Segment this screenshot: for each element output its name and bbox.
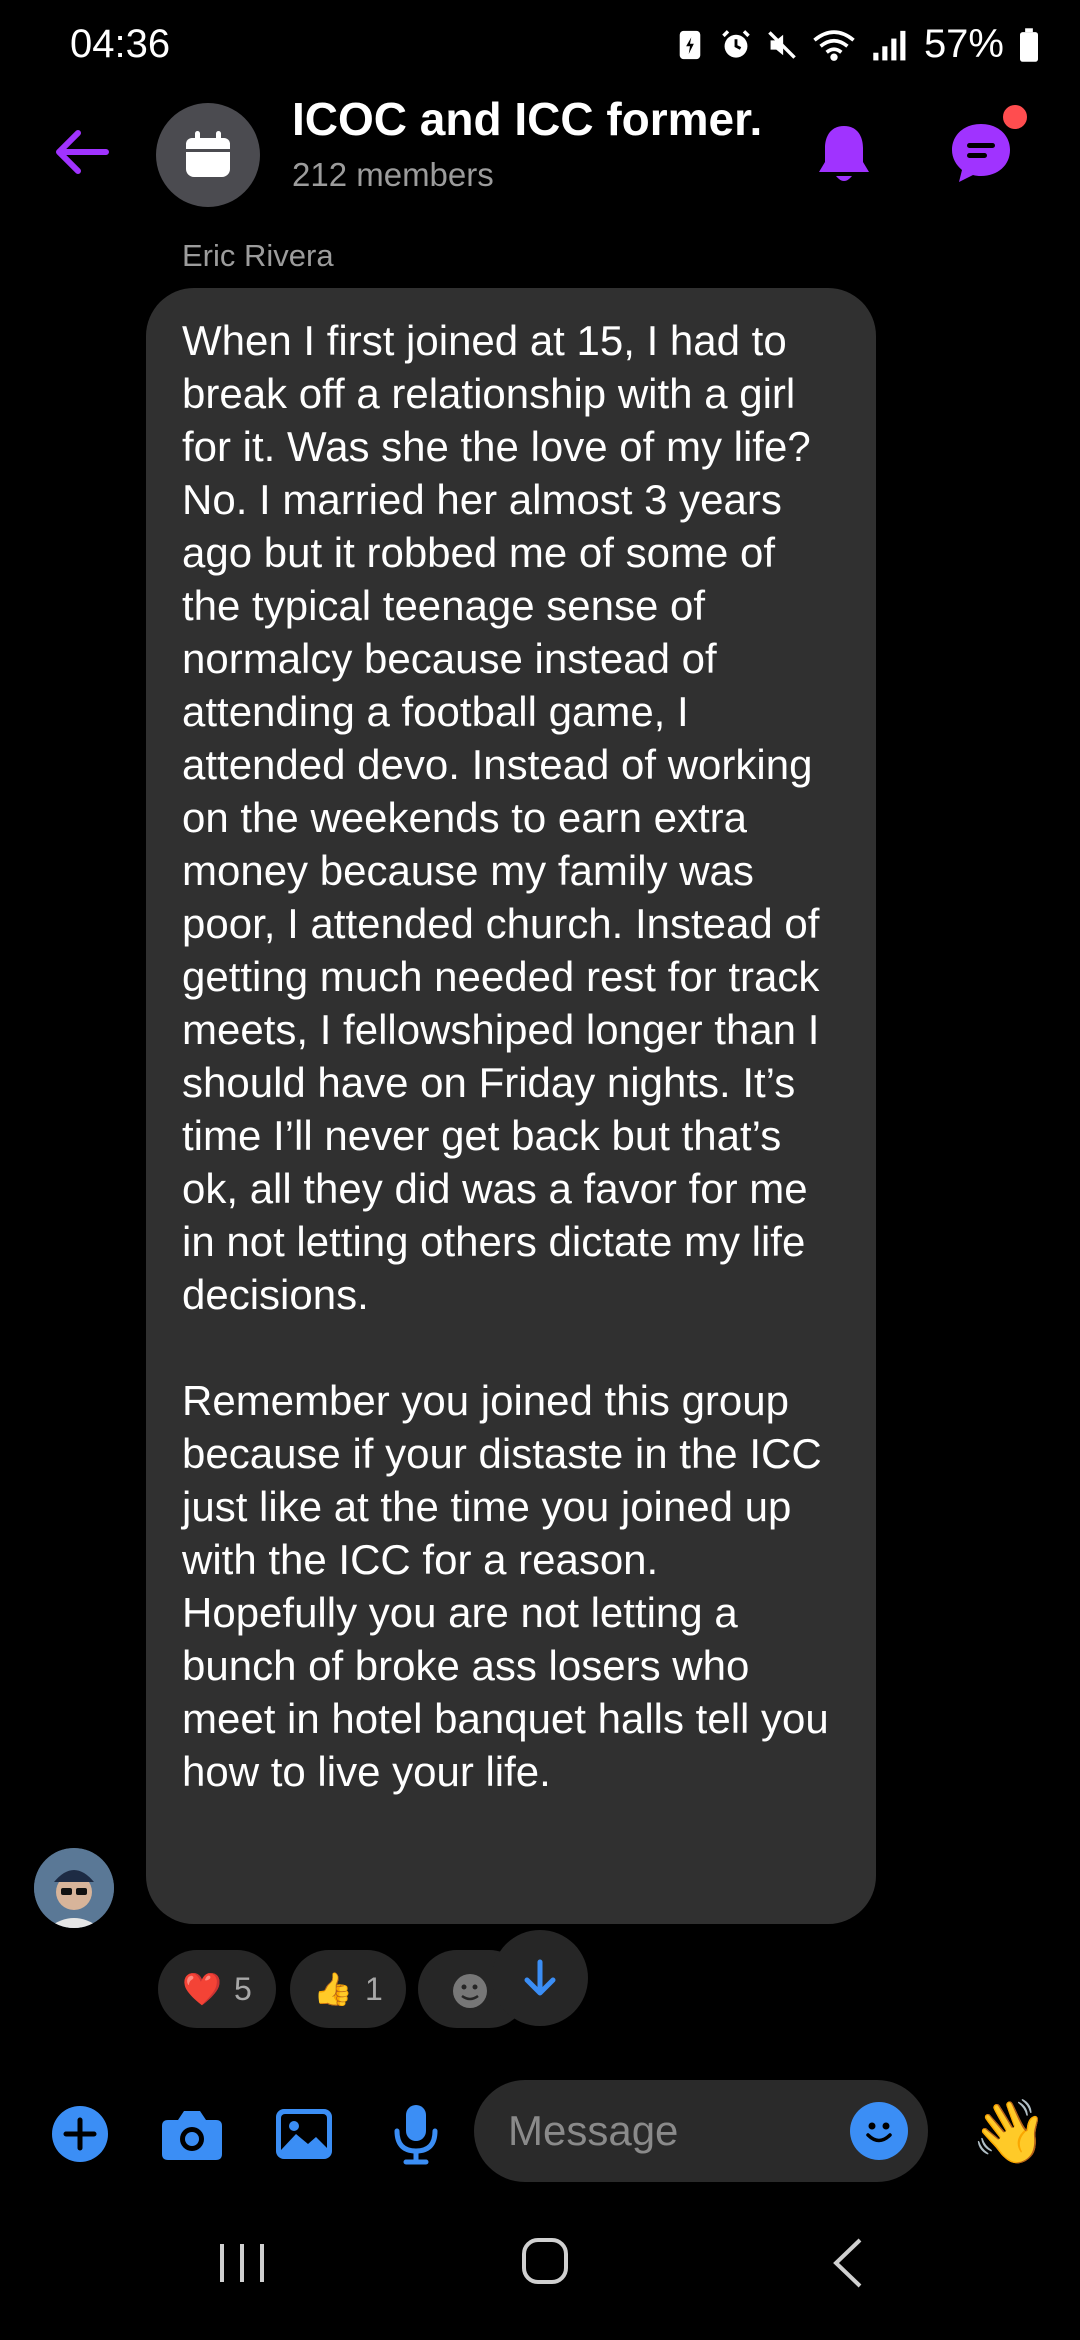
group-avatar[interactable] [156,103,260,207]
wave-button[interactable]: 👋 [970,2092,1050,2172]
status-time: 04:36 [70,22,171,66]
message-input-container[interactable] [474,2080,928,2182]
sender-avatar[interactable] [34,1848,114,1928]
emoji-icon [866,2122,892,2143]
bell-icon[interactable] [813,120,875,188]
message-text: When I first joined at 15, I had to brea… [182,317,829,1795]
recent-apps-icon[interactable] [216,2238,268,2288]
sender-name: Eric Rivera [182,238,334,273]
add-button[interactable] [44,2098,116,2170]
battery-icon [1020,27,1038,62]
battery-percent: 57% [923,22,1004,66]
alarm-icon [722,29,750,58]
message-bubble[interactable]: When I first joined at 15, I had to brea… [146,288,876,1924]
reaction-count: 5 [234,1970,252,2007]
member-count: 212 members [292,156,494,193]
reaction-heart[interactable]: ❤️ 5 [158,1950,276,2028]
home-icon[interactable] [520,2236,570,2286]
threads-icon[interactable] [948,120,1014,186]
gallery-button[interactable] [268,2098,340,2170]
reaction-count: 1 [365,1970,383,2007]
notification-dot [1000,102,1030,132]
heart-emoji: ❤️ [182,1971,223,2007]
camera-icon [162,2111,222,2160]
camera-button[interactable] [156,2098,228,2170]
status-icons: 57% [674,22,1040,67]
message-input[interactable] [506,2106,810,2156]
emoji-button[interactable] [850,2102,908,2160]
battery-saver-icon [679,30,701,59]
reaction-thumbs-up[interactable]: 👍 1 [290,1950,406,2028]
gallery-icon [276,2109,332,2159]
plus-icon [52,2106,108,2162]
wifi-icon [813,29,855,61]
arrow-down-icon [524,1959,556,1996]
add-reaction-icon [453,1974,487,2008]
avatar-photo [34,1848,114,1928]
mic-icon [394,2105,438,2165]
mute-icon [768,30,796,59]
signal-icon [873,30,906,60]
back-arrow-icon[interactable] [48,120,112,184]
nav-back-icon[interactable] [828,2236,868,2290]
calendar-icon [186,131,230,177]
scroll-to-bottom-button[interactable] [492,1930,588,2026]
microphone-button[interactable] [380,2098,452,2170]
group-title[interactable]: ICOC and ICC former... [292,92,762,146]
thumbs-up-emoji: 👍 [313,1971,354,2007]
